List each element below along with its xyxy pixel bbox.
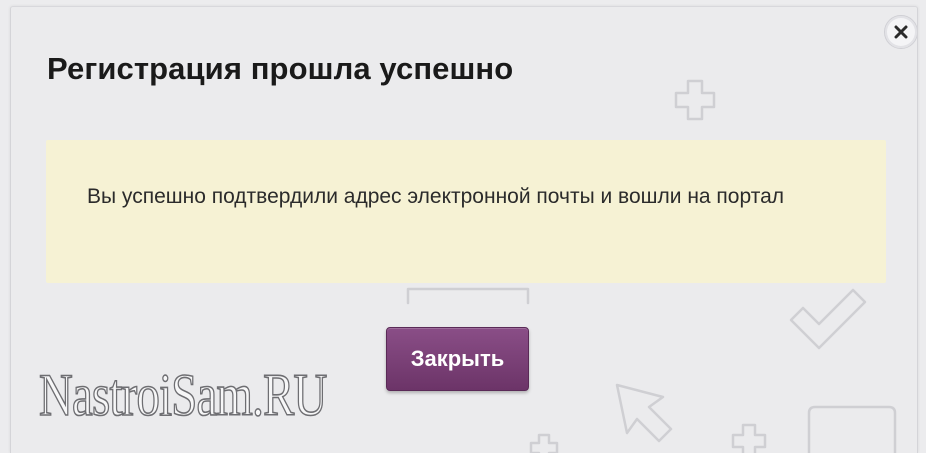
square-decoration-icon [807,405,897,453]
close-dialog-button[interactable]: Закрыть [386,327,529,391]
message-box: Вы успешно подтвердили адрес электронной… [46,140,886,283]
plus-decoration-icon [731,423,767,453]
plus-decoration-icon [529,433,559,453]
box-decoration-icon [406,287,530,305]
dialog-title: Регистрация прошла успешно [47,51,514,86]
watermark: NastroiSam.RU [38,362,328,428]
checkmark-decoration-icon [789,288,867,350]
plus-decoration-icon [674,79,716,121]
cursor-arrow-decoration-icon [615,383,673,443]
message-text: Вы успешно подтвердили адрес электронной… [87,185,785,208]
close-x-icon [894,25,908,39]
success-dialog: Регистрация прошла успешно Вы успешно по… [10,6,918,453]
close-button[interactable] [884,15,917,49]
